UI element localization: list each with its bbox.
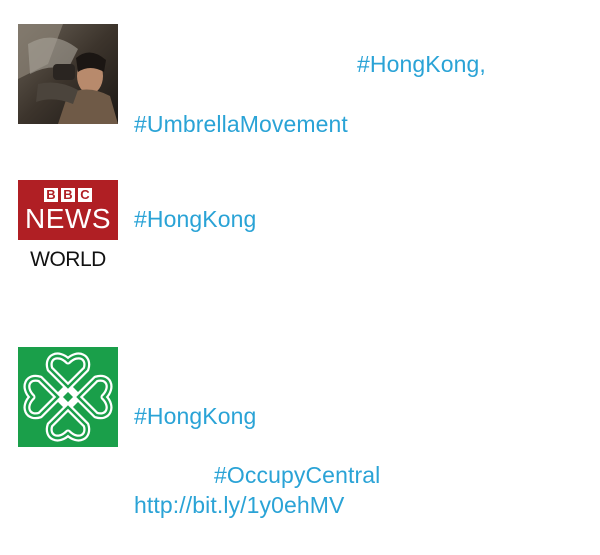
hashtag-link[interactable]: #HongKong [134, 402, 256, 430]
bbc-block: C [78, 188, 92, 202]
bbc-news-logo-icon: B B C NEWS [18, 180, 118, 240]
hashtag-link[interactable]: #HongKong, [357, 50, 486, 78]
bbc-block: B [44, 188, 58, 202]
url-link[interactable]: http://bit.ly/1y0ehMV [134, 491, 344, 519]
bbc-world-text: WORLD [30, 248, 106, 271]
photo-avatar-icon [18, 24, 118, 124]
tweet-2-avatar[interactable]: B B C NEWS WORLD [18, 180, 118, 272]
bbc-news-text: NEWS [25, 203, 111, 234]
green-knot-logo-icon [18, 347, 118, 447]
bbc-block: B [61, 188, 75, 202]
hashtag-link[interactable]: #UmbrellaMovement [134, 110, 348, 138]
tweet-3-avatar[interactable] [18, 347, 118, 447]
tweet-1-avatar[interactable] [18, 24, 118, 124]
hashtag-link[interactable]: #HongKong [134, 205, 256, 233]
hashtag-link[interactable]: #OccupyCentral [214, 461, 380, 489]
